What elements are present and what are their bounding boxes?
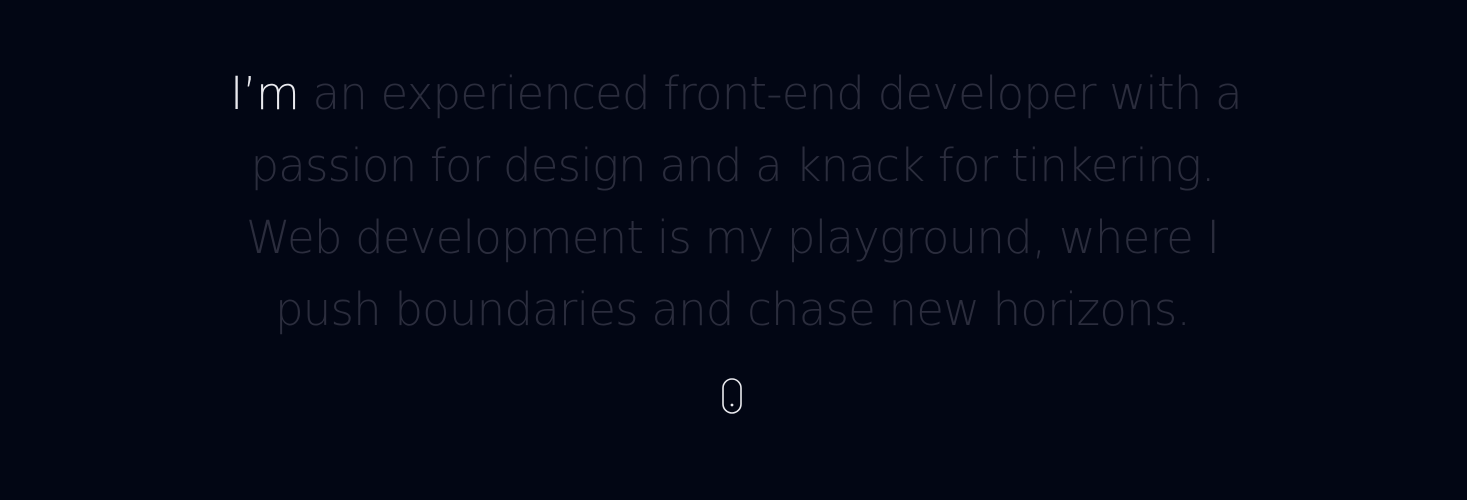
intro-line-1: I’m an experienced front-end developer w… [230,58,1243,130]
intro-line-2: passion for design and a knack for tinke… [250,139,1215,192]
intro-line-1-text: an experienced front-end developer with … [312,67,1243,120]
intro-paragraph: I’m an experienced front-end developer w… [230,58,1243,346]
mouse-scroll-icon[interactable] [722,378,742,414]
intro-line-3: Web development is my playground, where … [245,211,1220,264]
intro-lead-word: I’m [230,67,300,120]
intro-line-4: push boundaries and chase new horizons. [275,283,1191,336]
